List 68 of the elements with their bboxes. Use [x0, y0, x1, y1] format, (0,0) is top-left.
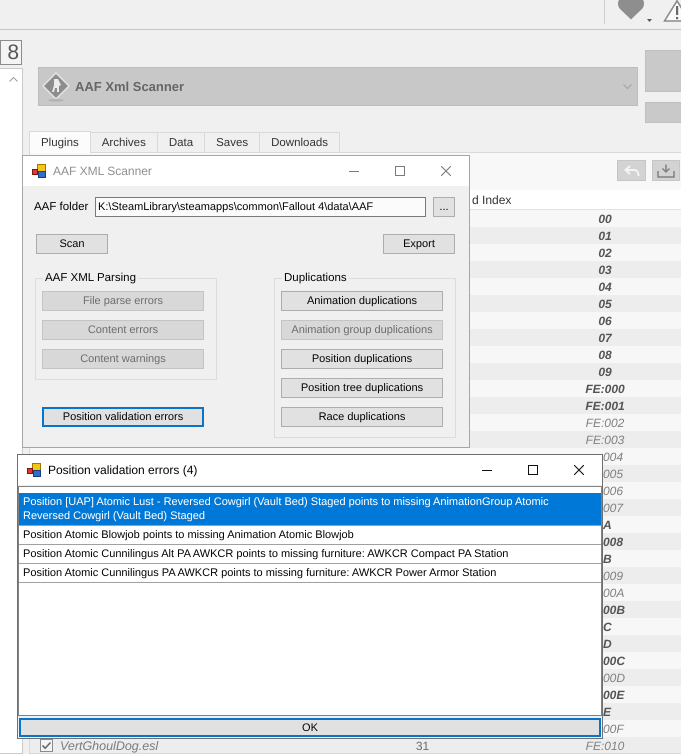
mod-index: B: [603, 552, 612, 564]
field-label: AAF folder: [34, 201, 90, 213]
toolbar-button[interactable]: [652, 160, 680, 181]
browse-button[interactable]: ...: [433, 197, 455, 217]
mod-index: FE:010: [586, 740, 624, 752]
mod-index: 00A: [603, 586, 624, 598]
mod-index: 03: [598, 264, 612, 276]
list-item[interactable]: Position [UAP] Atomic Lust - Reversed Cowgirl (Vault Bed) Staged points to missing AnimationGroup Atomic Reversed Cowgirl (Vault Bed) Staged: [19, 493, 601, 526]
priority-number: 31: [416, 740, 430, 752]
mod-index: 005: [603, 468, 624, 480]
mod-index: 00: [598, 212, 612, 224]
warning-icon[interactable]: [663, 0, 681, 22]
tab[interactable]: Downloads: [259, 132, 340, 152]
mod-index: FE:001: [585, 400, 625, 412]
mod-index: FE:000: [585, 382, 625, 394]
mod-index: A: [603, 518, 612, 530]
report-button[interactable]: Position validation errors: [42, 407, 204, 427]
mod-index: 00E: [603, 688, 624, 700]
mod-index: 006: [603, 484, 624, 496]
window-title: AAF XML Scanner: [53, 164, 152, 178]
curved-arrow-icon: [624, 164, 640, 176]
window-title: Position validation errors (4): [48, 463, 198, 477]
mod-index: 04: [598, 280, 612, 292]
mod-index: 02: [598, 246, 612, 258]
mod-index: 05: [598, 298, 612, 310]
report-button[interactable]: Animation duplications: [281, 291, 443, 311]
mod-index: 01: [598, 230, 612, 242]
mod-index: C: [603, 620, 612, 632]
mod-index: 00C: [603, 654, 626, 666]
app-icon: [32, 164, 46, 178]
checkbox[interactable]: [40, 739, 53, 752]
mod-index: 00D: [603, 672, 626, 684]
folder-field[interactable]: K:\SteamLibrary\steamapps\common\Fallout 4\data\AAF: [95, 197, 426, 217]
group-title: Duplications: [283, 271, 348, 285]
app-icon: [27, 463, 41, 477]
mod-index: 06: [598, 314, 612, 326]
mod-index: 007: [603, 502, 624, 514]
diamond-icon: [42, 72, 70, 102]
mod-index: 008: [603, 536, 624, 548]
maximize-icon[interactable]: [528, 465, 538, 475]
close-icon[interactable]: [574, 465, 584, 475]
mod-index: 00B: [603, 604, 626, 616]
plugin-counter: 8: [0, 40, 22, 65]
report-button[interactable]: Position duplications: [281, 349, 443, 369]
caret-icon[interactable]: [647, 19, 652, 22]
tray-arrow-icon: [657, 164, 675, 178]
scan-button[interactable]: Scan: [36, 234, 108, 254]
plugin-name: VertGhoulDog.esl: [60, 740, 158, 752]
mod-index: 09: [598, 366, 612, 378]
mod-index: D: [603, 638, 612, 650]
mod-index: 004: [603, 450, 624, 462]
chevron-up-icon[interactable]: [9, 77, 18, 82]
report-button[interactable]: Position tree duplications: [281, 378, 443, 398]
export-button[interactable]: Export: [383, 234, 455, 254]
mod-index: 08: [598, 348, 612, 360]
group-title: AAF XML Parsing: [44, 271, 137, 285]
mod-index: 07: [598, 332, 612, 344]
mod-index: E: [603, 706, 612, 718]
column-header[interactable]: d Index: [472, 192, 512, 206]
mod-index: 00F: [603, 722, 624, 734]
ok-button[interactable]: OK: [19, 718, 601, 737]
heart-icon[interactable]: [617, 0, 645, 20]
mod-index: 009: [603, 570, 624, 582]
chevron-down-icon: [623, 84, 632, 89]
mod-index: FE:002: [586, 416, 624, 428]
tab[interactable]: Plugins: [29, 131, 91, 153]
report-button[interactable]: Race duplications: [281, 407, 443, 427]
mod-index: FE:003: [586, 434, 624, 446]
